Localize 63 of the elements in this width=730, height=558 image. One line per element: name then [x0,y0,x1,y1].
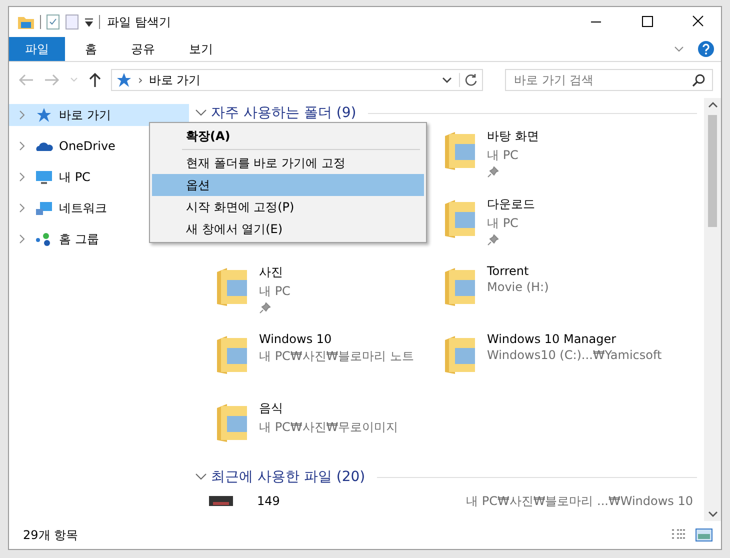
folder-name[interactable]: 사진 [259,264,283,281]
menu-item[interactable]: 새 창에서 열기(E) [152,218,424,240]
window-title: 파일 탐색기 [107,14,171,30]
folder-location: Movie (H:) [487,280,549,294]
folder-location: 내 PC₩사진₩블로마리 노트 [259,348,414,365]
ribbon-tab[interactable]: 보기 [175,37,227,61]
details-view-icon[interactable] [671,529,687,541]
folder-name[interactable]: 바탕 화면 [487,128,539,145]
folder-location: 내 PC [487,215,518,232]
ribbon-tab[interactable]: 공유 [117,37,169,61]
group-header[interactable]: 자주 사용하는 폴더 (9) [195,102,697,124]
search-field[interactable]: 바로 가기 검색 [505,69,713,91]
dropdown-icon[interactable] [84,17,94,27]
large-icons-view-icon[interactable] [695,528,713,542]
folder-location: Windows10 (C:)...₩Yamicsoft [487,348,662,362]
folder-name[interactable]: Windows 10 Manager [487,332,616,346]
homegroup-icon [35,231,53,247]
folder-location: 내 PC₩사진₩무로이미지 [259,419,398,436]
image-thumbnail-icon [209,496,233,506]
menu-item[interactable]: 확장(A) [152,125,424,147]
file-location: 내 PC₩사진₩블로마리 ...₩Windows 10 [466,492,693,510]
folder-name[interactable]: Torrent [487,264,529,278]
ribbon-tab[interactable]: 홈 [71,37,111,61]
group-header[interactable]: 최근에 사용한 파일 (20) [195,466,697,488]
chevron-down-icon[interactable] [441,75,453,85]
breadcrumb-separator[interactable]: › [138,73,143,87]
address-path[interactable]: 바로 가기 [148,72,201,88]
search-icon [692,73,706,87]
nav-tree-item[interactable]: 바로 가기 [9,104,189,126]
file-row[interactable]: 149 내 PC₩사진₩블로마리 ...₩Windows 10 [195,488,697,514]
network-icon [35,200,53,216]
item-count: 29개 항목 [23,526,78,544]
scrollbar[interactable] [704,98,721,521]
properties-icon[interactable] [46,14,60,30]
collapse-chevron-icon [195,108,207,118]
collapse-chevron-icon [195,472,207,482]
back-icon[interactable] [17,73,35,87]
help-icon[interactable] [697,40,715,58]
new-folder-icon[interactable] [65,14,79,30]
expand-chevron-icon[interactable] [18,110,26,120]
menu-item[interactable]: 현재 폴더를 바로 가기에 고정 [152,152,424,174]
folder-name[interactable]: Windows 10 [259,332,332,346]
star-icon [35,107,53,123]
expand-chevron-icon[interactable] [18,203,26,213]
scrollbar-thumb[interactable] [708,115,717,227]
address-bar[interactable]: › 바로 가기 [111,69,483,91]
scroll-up-icon[interactable] [708,101,718,109]
forward-icon[interactable] [43,73,61,87]
up-arrow-icon[interactable] [87,72,103,88]
star-icon [116,72,132,88]
scroll-down-icon[interactable] [708,510,718,518]
folder-location: 내 PC [487,147,518,164]
folder-name[interactable]: 음식 [259,400,283,417]
expand-chevron-icon[interactable] [18,234,26,244]
folder-location: 내 PC [259,283,290,300]
folder-icon[interactable] [17,14,35,30]
menu-item[interactable]: 시작 화면에 고정(P) [152,196,424,218]
folder-name[interactable]: 다운로드 [487,196,535,213]
file-name: 149 [257,494,280,508]
monitor-icon [35,169,53,185]
menu-item[interactable]: 옵션 [152,174,424,196]
expand-chevron-icon[interactable] [18,172,26,182]
expand-chevron-icon[interactable] [18,141,26,151]
